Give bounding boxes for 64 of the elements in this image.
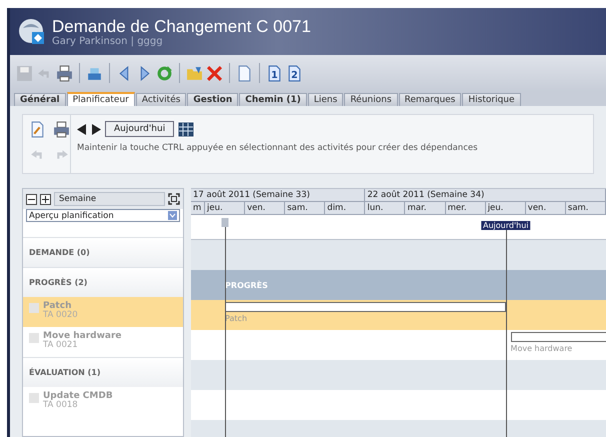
- task-name: Update CMDB: [43, 391, 113, 401]
- fit-screen-icon[interactable]: [168, 193, 180, 205]
- tab[interactable]: Réunions: [344, 93, 398, 106]
- window-subtitle: Gary Parkinson | gggg: [52, 36, 164, 46]
- task-code: TA 0020: [43, 311, 78, 320]
- day-header: jeu.: [205, 202, 246, 215]
- task-name: Patch: [43, 301, 72, 311]
- tab[interactable]: Chemin (1): [239, 93, 307, 106]
- hint-text: Maintenir la touche CTRL appuyée en sélectionnant des activités pour créer des dépendances: [77, 143, 478, 153]
- start-marker[interactable]: [222, 218, 229, 227]
- numbered-document-icon[interactable]: 1: [266, 64, 283, 82]
- phase-label: PROGRÈS: [225, 281, 268, 290]
- calendar-icon[interactable]: [178, 122, 194, 136]
- day-header: m: [191, 202, 205, 215]
- printer-icon[interactable]: [56, 64, 73, 82]
- tab[interactable]: Général: [14, 93, 66, 106]
- scale-field[interactable]: Semaine: [54, 192, 165, 206]
- numbered-document-icon[interactable]: 2: [286, 64, 303, 82]
- day-header: ven.: [245, 202, 286, 215]
- today-button[interactable]: Aujourd'hui: [105, 121, 174, 137]
- window-title: Demande de Changement C 0071: [52, 16, 311, 36]
- document-icon[interactable]: [236, 64, 253, 82]
- tab[interactable]: Gestion: [187, 93, 238, 106]
- day-header: ven.: [526, 202, 566, 215]
- folder-icon[interactable]: [186, 64, 203, 82]
- printer-icon[interactable]: [53, 121, 70, 138]
- collapse-icon[interactable]: [26, 194, 37, 204]
- task-code: TA 0021: [43, 341, 79, 350]
- tab[interactable]: Liens: [308, 93, 344, 106]
- task-name: Move hardware: [43, 331, 122, 341]
- week-header: 22 août 2011 (Semaine 34): [365, 189, 606, 202]
- day-header: sam.: [285, 202, 326, 215]
- task-bar[interactable]: [225, 302, 506, 312]
- task-code: TA 0018: [43, 401, 79, 410]
- today-marker: Aujourd'hui: [480, 221, 531, 230]
- delete-icon[interactable]: [206, 64, 223, 82]
- group-header[interactable]: DEMANDE (0): [23, 237, 183, 267]
- next-icon[interactable]: [91, 124, 101, 134]
- refresh-icon[interactable]: [156, 64, 173, 82]
- bar-label: Patch: [225, 314, 248, 323]
- day-header: lun.: [365, 202, 406, 215]
- tab[interactable]: Historique: [462, 93, 521, 106]
- week-header: 17 août 2011 (Semaine 33): [191, 189, 366, 202]
- task-status-icon: [29, 333, 39, 343]
- tab[interactable]: Remarques: [398, 93, 462, 106]
- dropdown-arrow-icon: [168, 211, 177, 220]
- group-header[interactable]: ÉVALUATION (1): [23, 357, 183, 387]
- day-header: dim.: [325, 202, 366, 215]
- day-header: jeu.: [486, 202, 526, 215]
- view-dropdown[interactable]: Aperçu planification: [26, 209, 180, 222]
- task-status-icon: [29, 393, 39, 403]
- app-logo-icon: [18, 18, 46, 46]
- day-header: mer.: [446, 202, 486, 215]
- day-header: mar.: [405, 202, 446, 215]
- task-status-icon: [29, 303, 39, 313]
- tab[interactable]: Planificateur: [66, 92, 135, 106]
- tab[interactable]: Activités: [136, 93, 186, 106]
- group-header[interactable]: PROGRÈS (2): [23, 267, 183, 297]
- task-bar[interactable]: [510, 332, 606, 342]
- export-document-icon[interactable]: [29, 121, 46, 138]
- day-header: sam.: [566, 202, 606, 215]
- previous-icon[interactable]: [77, 124, 87, 134]
- bar-label: Move hardware: [510, 344, 572, 353]
- expand-icon[interactable]: [40, 194, 51, 204]
